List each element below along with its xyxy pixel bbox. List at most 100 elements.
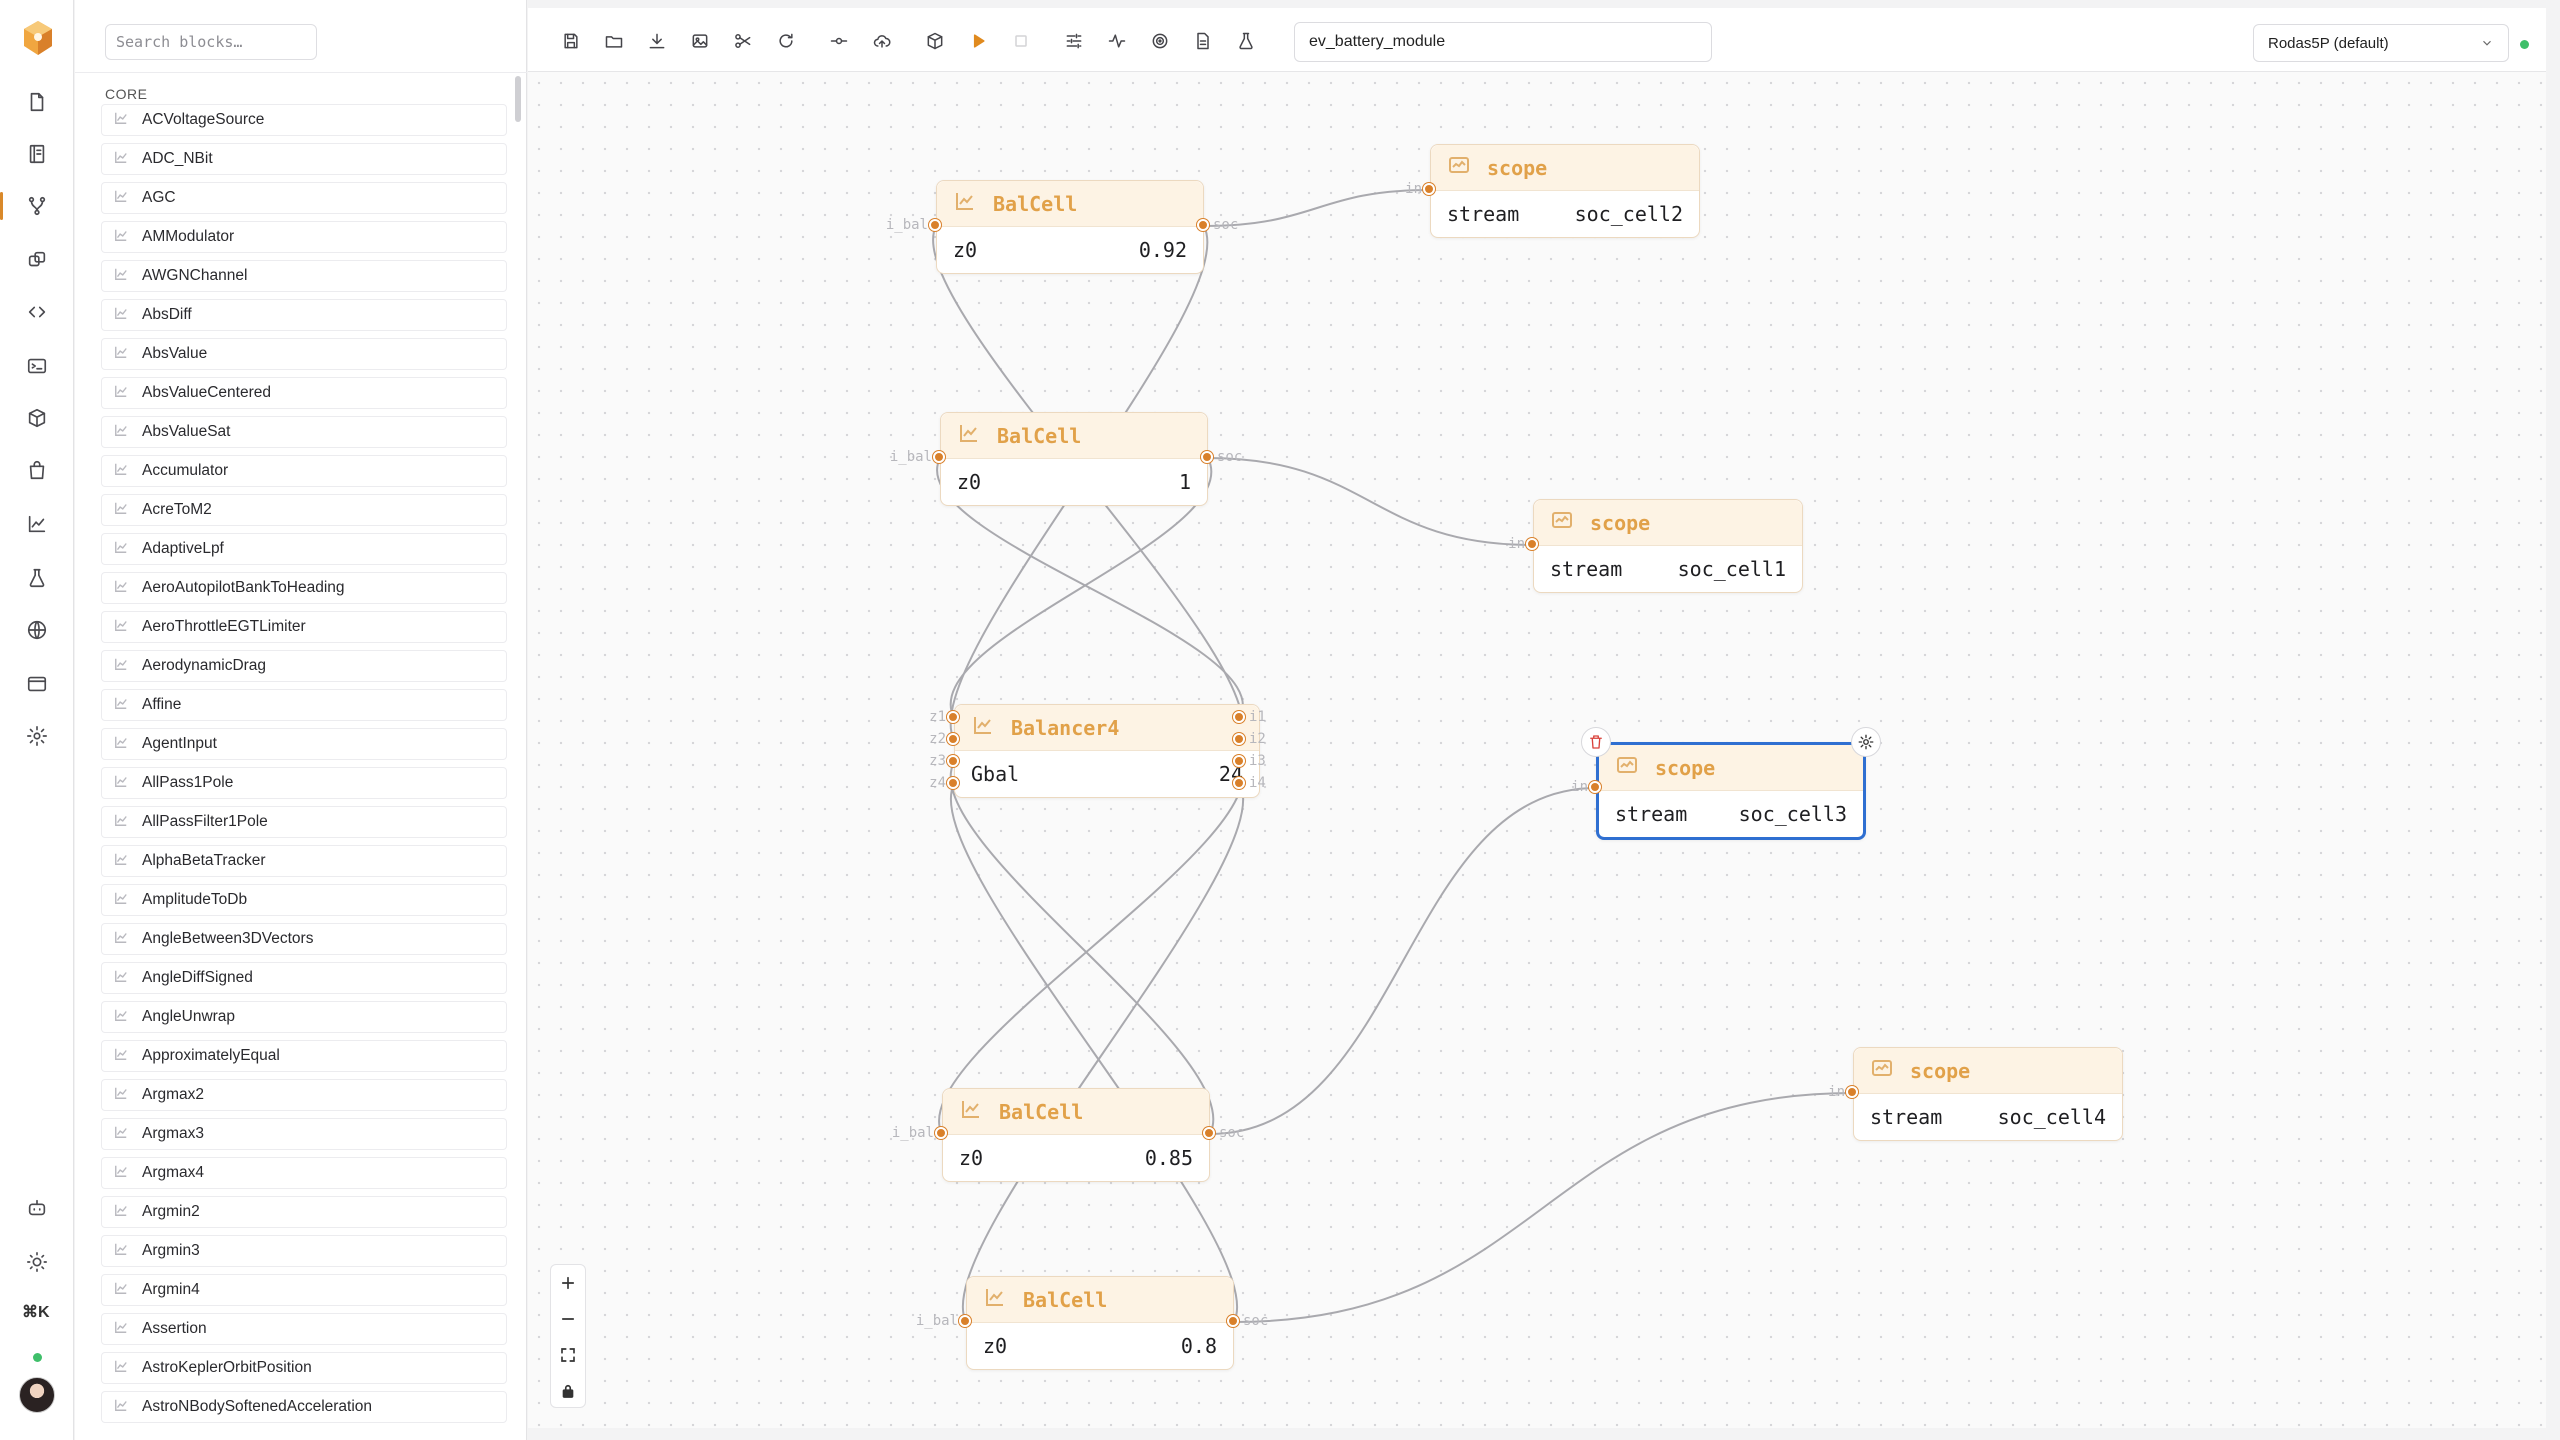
commit-icon[interactable] [826, 28, 852, 54]
cube-icon[interactable] [922, 28, 948, 54]
cut-icon[interactable] [730, 28, 756, 54]
scope-node[interactable]: scope stream soc_cell1 [1533, 499, 1803, 593]
solver-select[interactable]: Rodas5P (default) [2253, 24, 2509, 62]
connection-wire[interactable] [962, 783, 1244, 1323]
file-icon[interactable] [17, 82, 57, 122]
block-item[interactable]: AerodynamicDrag [101, 650, 507, 682]
port-handle[interactable] [947, 733, 959, 745]
block-item[interactable]: Accumulator [101, 455, 507, 487]
port-handle[interactable] [959, 1315, 971, 1327]
block-item[interactable]: AstroKeplerOrbitPosition [101, 1352, 507, 1384]
block-item[interactable]: AllPassFilter1Pole [101, 806, 507, 838]
connection-wire[interactable] [1207, 457, 1534, 546]
diagram-canvas[interactable]: BalCell z0 0.92 i_bal soc BalCell z0 1 i_bal soc B… [528, 72, 2546, 1428]
theme-sun-icon[interactable] [17, 1242, 57, 1282]
zoom-out-button[interactable] [551, 1301, 585, 1337]
port-handle[interactable] [947, 755, 959, 767]
terminal-icon[interactable] [17, 346, 57, 386]
avatar[interactable] [19, 1377, 55, 1413]
block-item[interactable]: AeroAutopilotBankToHeading [101, 572, 507, 604]
model-name-input[interactable] [1294, 22, 1712, 62]
open-folder-icon[interactable] [601, 28, 627, 54]
block-item[interactable]: AbsValue [101, 338, 507, 370]
scope-node[interactable]: scope stream soc_cell2 [1430, 144, 1700, 238]
graph-editor-icon[interactable] [0, 186, 57, 226]
port-handle[interactable] [1233, 755, 1245, 767]
image-export-icon[interactable] [687, 28, 713, 54]
zoom-in-button[interactable] [551, 1265, 585, 1301]
window-icon[interactable] [17, 664, 57, 704]
block-item[interactable]: AbsValueCentered [101, 377, 507, 409]
block-item[interactable]: ADC_NBit [101, 143, 507, 175]
port-handle[interactable] [1423, 183, 1435, 195]
flask-icon[interactable] [17, 558, 57, 598]
package-icon[interactable] [17, 398, 57, 438]
cloud-upload-icon[interactable] [869, 28, 895, 54]
stop-simulation-button[interactable] [1008, 28, 1034, 54]
fit-view-button[interactable] [551, 1337, 585, 1373]
lock-icon[interactable] [551, 1373, 585, 1409]
port-handle[interactable] [1233, 711, 1245, 723]
block-item[interactable]: AmplitudeToDb [101, 884, 507, 916]
block-item[interactable]: AngleDiffSigned [101, 962, 507, 994]
port-handle[interactable] [1203, 1127, 1215, 1139]
block-item[interactable]: AdaptiveLpf [101, 533, 507, 565]
settings-icon[interactable] [17, 716, 57, 756]
flask-test-icon[interactable] [1233, 28, 1259, 54]
port-handle[interactable] [929, 219, 941, 231]
balcell-node[interactable]: BalCell z0 0.92 [936, 180, 1204, 274]
robot-icon[interactable] [17, 1188, 57, 1228]
scope-node[interactable]: scope stream soc_cell3 [1596, 742, 1866, 840]
block-item[interactable]: Argmax4 [101, 1157, 507, 1189]
block-item[interactable]: AeroThrottleEGTLimiter [101, 611, 507, 643]
refresh-icon[interactable] [773, 28, 799, 54]
connection-wire[interactable] [1233, 1092, 1854, 1323]
connection-wire[interactable] [1209, 787, 1597, 1135]
block-item[interactable]: Argmin4 [101, 1274, 507, 1306]
shopping-bag-icon[interactable] [17, 450, 57, 490]
block-item[interactable]: AllPass1Pole [101, 767, 507, 799]
block-item[interactable]: AbsValueSat [101, 416, 507, 448]
connection-wire[interactable] [938, 761, 1244, 1135]
document-icon[interactable] [1190, 28, 1216, 54]
port-handle[interactable] [1227, 1315, 1239, 1327]
signal-icon[interactable] [1104, 28, 1130, 54]
scope-node[interactable]: scope stream soc_cell4 [1853, 1047, 2123, 1141]
settings-sliders-icon[interactable] [1061, 28, 1087, 54]
block-item[interactable]: AngleUnwrap [101, 1001, 507, 1033]
chart-icon[interactable] [17, 504, 57, 544]
port-handle[interactable] [933, 451, 945, 463]
block-item[interactable]: AgentInput [101, 728, 507, 760]
port-handle[interactable] [1201, 451, 1213, 463]
globe-icon[interactable] [17, 610, 57, 650]
block-item[interactable]: Argmax2 [101, 1079, 507, 1111]
port-handle[interactable] [947, 777, 959, 789]
search-blocks-input[interactable] [105, 24, 317, 60]
port-handle[interactable] [1233, 777, 1245, 789]
code-icon[interactable] [17, 292, 57, 332]
block-item[interactable]: Argmin2 [101, 1196, 507, 1228]
port-handle[interactable] [1589, 781, 1601, 793]
connection-wire[interactable] [950, 783, 1238, 1323]
block-item[interactable]: AngleBetween3DVectors [101, 923, 507, 955]
sidebar-scrollbar[interactable] [515, 76, 521, 122]
port-handle[interactable] [1197, 219, 1209, 231]
block-item[interactable]: AstroNBodySoftenedAcceleration [101, 1391, 507, 1423]
command-palette-shortcut[interactable]: ⌘K [22, 1302, 50, 1322]
block-item[interactable]: AWGNChannel [101, 260, 507, 292]
block-item[interactable]: Affine [101, 689, 507, 721]
save-icon[interactable] [558, 28, 584, 54]
port-handle[interactable] [935, 1127, 947, 1139]
balcell-node[interactable]: BalCell z0 0.8 [966, 1276, 1234, 1370]
notebook-icon[interactable] [17, 134, 57, 174]
block-item[interactable]: ACVoltageSource [101, 104, 507, 136]
port-handle[interactable] [1233, 733, 1245, 745]
block-item[interactable]: Argmin3 [101, 1235, 507, 1267]
app-logo-icon[interactable] [18, 18, 58, 58]
balancer-node[interactable]: Balancer4 Gbal 24 [954, 704, 1260, 798]
balcell-node[interactable]: BalCell z0 0.85 [942, 1088, 1210, 1182]
block-item[interactable]: AMModulator [101, 221, 507, 253]
block-item[interactable]: AcreToM2 [101, 494, 507, 526]
block-item[interactable]: ApproximatelyEqual [101, 1040, 507, 1072]
block-item[interactable]: AGC [101, 182, 507, 214]
